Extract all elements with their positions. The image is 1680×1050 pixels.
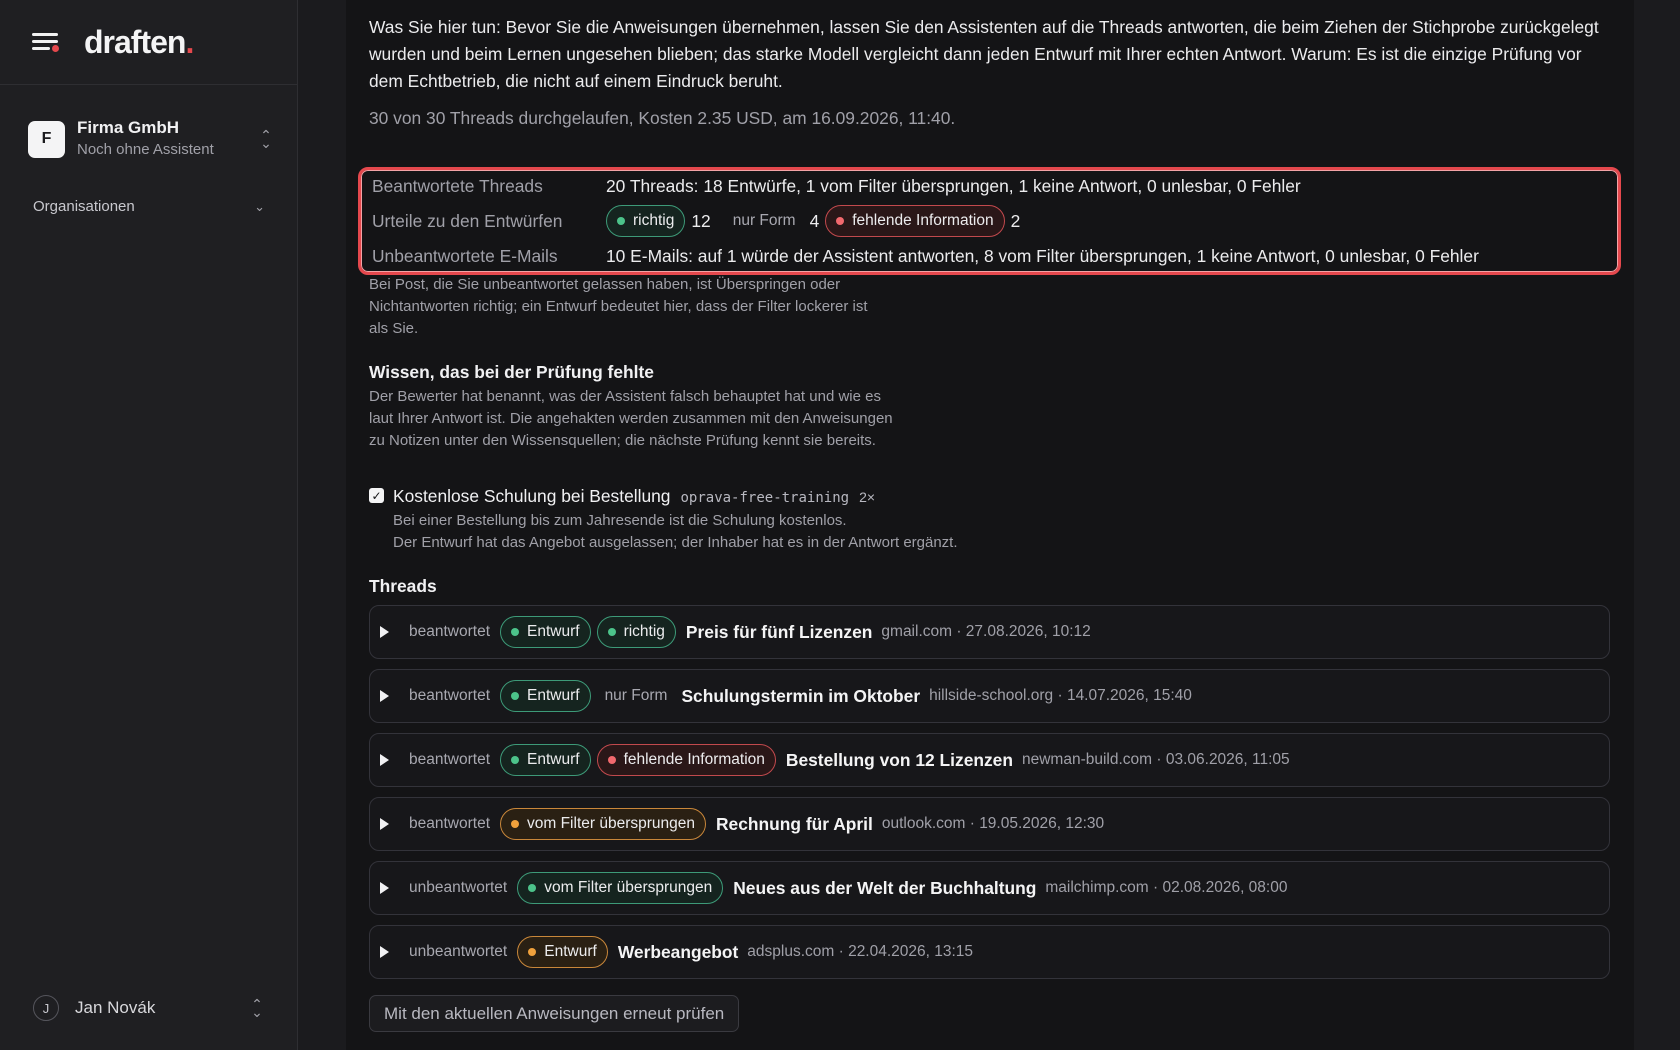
thread-status: unbeantwortet [409,879,508,896]
verdict-badge-correct: richtig [606,205,686,237]
summary-row-unanswered: Unbeantwortete E-Mails 10 E-Mails: auf 1… [372,246,1479,267]
chevron-updown-icon: ⌃ ⌄ [251,996,263,1020]
summary-label: Unbeantwortete E-Mails [372,246,558,266]
verdict-badge: fehlende Information [596,744,776,776]
verdict-label: nur Form [604,687,668,704]
thread-row[interactable]: beantwortet Entwurf nur Form Schulungste… [369,669,1610,723]
brand-row: draften. [0,0,297,85]
status-dot-icon [511,820,519,828]
rerun-button[interactable]: Mit den aktuellen Anweisungen erneut prü… [369,995,740,1032]
user-menu[interactable]: J Jan Novák ⌃ ⌄ [33,995,265,1021]
org-avatar: F [28,120,65,158]
status-dot-icon [511,692,519,700]
thread-meta: newman-build.com · 03.06.2026, 11:05 [1021,751,1290,768]
logo[interactable]: draften. [84,24,194,61]
org-name: Firma GmbH [77,118,180,137]
status-dot-icon [607,628,616,636]
expand-triangle-icon[interactable] [380,690,389,702]
thread-status: beantwortet [409,687,490,704]
org-switcher[interactable]: F Firma GmbH Noch ohne Assistent ⌃ ⌄ [28,116,274,162]
knowledge-item-line: Bei einer Bestellung bis zum Jahresende … [393,512,847,529]
knowledge-checkbox[interactable]: ✓ [369,488,384,503]
status-dot-icon [528,948,537,956]
verdict-label-form: nur Form [732,212,796,229]
menu-icon[interactable] [32,31,59,53]
thread-meta: gmail.com · 27.08.2026, 10:12 [881,623,1091,640]
summary-value: 20 Threads: 18 Entwürfe, 1 vom Filter üb… [606,176,1301,196]
status-dot-icon [511,756,519,764]
run-meta: 30 von 30 Threads durchgelaufen, Kosten … [369,108,956,128]
evaluation-summary: Beantwortete Threads 20 Threads: 18 Entw… [358,167,1621,275]
thread-subject: Neues aus der Welt der Buchhaltung [733,877,1037,898]
thread-badge: Entwurf [500,680,591,712]
thread-meta: hillside-school.org · 14.07.2026, 15:40 [929,687,1192,704]
thread-badge: vom Filter übersprungen [517,872,724,904]
verdict-count-correct: 12 [691,210,711,231]
summary-value: 10 E-Mails: auf 1 würde der Assistent an… [606,246,1479,266]
summary-row-verdicts: Urteile zu den Entwürfen richtig 12 nur … [372,205,1020,237]
summary-label: Urteile zu den Entwürfen [372,210,563,231]
user-avatar: J [33,995,59,1021]
thread-meta: mailchimp.com · 02.08.2026, 08:00 [1045,879,1288,896]
expand-triangle-icon[interactable] [380,818,389,830]
thread-row[interactable]: beantwortet Entwurf richtig Preis für fü… [369,605,1610,659]
thread-subject: Werbeangebot [617,941,739,962]
org-subtitle: Noch ohne Assistent [77,141,214,158]
thread-status: beantwortet [409,623,490,640]
chevron-down-icon: ⌄ [254,198,265,214]
knowledge-item-code: oprava-free-training [680,490,850,506]
unanswered-note: Bei Post, die Sie unbeantwortet gelassen… [369,276,868,337]
thread-row[interactable]: beantwortet Entwurf fehlende Information… [369,733,1610,787]
thread-row[interactable]: beantwortet vom Filter übersprungen Rech… [369,797,1610,851]
status-dot-icon [511,628,519,636]
verdict-badge-missing: fehlende Information [825,205,1005,237]
main-panel: Was Sie hier tun: Bevor Sie die Anweisun… [346,0,1634,1050]
thread-meta: adsplus.com · 22.04.2026, 13:15 [747,943,974,960]
thread-badge: vom Filter übersprungen [500,808,706,840]
verdict-count-form: 4 [809,210,820,231]
sidebar-item-organisations[interactable]: Organisationen ⌄ [33,198,265,215]
user-name: Jan Novák [75,998,156,1017]
expand-triangle-icon[interactable] [380,946,389,958]
knowledge-description: Der Bewerter hat benannt, was der Assist… [369,388,893,449]
thread-row[interactable]: unbeantwortet vom Filter übersprungen Ne… [369,861,1610,915]
expand-triangle-icon[interactable] [380,626,389,638]
threads-title: Threads [369,576,437,596]
expand-triangle-icon[interactable] [380,754,389,766]
sidebar-item-label: Organisationen [33,198,135,215]
thread-badge: Entwurf [500,616,591,648]
knowledge-item-line: Der Entwurf hat das Angebot ausgelassen;… [393,534,958,551]
intro-text: Was Sie hier tun: Bevor Sie die Anweisun… [369,17,1599,91]
status-dot-icon [607,756,616,764]
knowledge-title: Wissen, das bei der Prüfung fehlte [369,362,654,382]
summary-row-answered: Beantwortete Threads 20 Threads: 18 Entw… [372,176,1301,197]
knowledge-item-count: 2× [859,489,876,505]
status-dot-icon [528,884,537,892]
thread-status: unbeantwortet [409,943,508,960]
status-dot-icon [836,217,845,225]
thread-subject: Bestellung von 12 Lizenzen [785,749,1013,770]
thread-meta: outlook.com · 19.05.2026, 12:30 [881,815,1105,832]
thread-status: beantwortet [409,751,490,768]
thread-subject: Preis für fünf Lizenzen [685,621,873,642]
summary-label: Beantwortete Threads [372,176,543,196]
knowledge-item-title: Kostenlose Schulung bei Bestellung [393,486,671,506]
thread-badge: Entwurf [500,744,591,776]
thread-subject: Rechnung für April [716,813,873,834]
verdict-badge: richtig [596,616,676,648]
status-dot-icon [617,217,625,225]
sidebar: draften. F Firma GmbH Noch ohne Assisten… [0,0,298,1050]
chevron-updown-icon: ⌃ ⌄ [260,127,272,151]
thread-status: beantwortet [409,815,490,832]
thread-row[interactable]: unbeantwortet Entwurf Werbeangebot adspl… [369,925,1610,979]
thread-badge: Entwurf [517,936,608,968]
thread-subject: Schulungstermin im Oktober [681,685,921,706]
verdict-count-missing: 2 [1010,210,1021,231]
expand-triangle-icon[interactable] [380,882,389,894]
